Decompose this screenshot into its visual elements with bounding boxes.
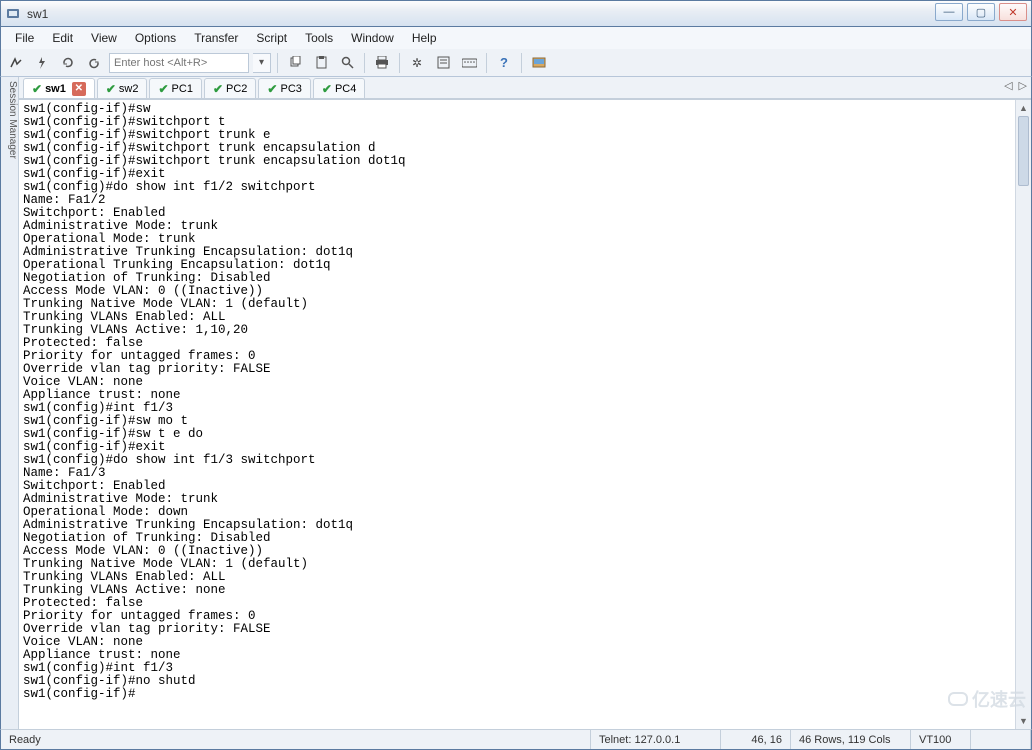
disconnect-icon[interactable] <box>83 52 105 74</box>
titlebar: sw1 — ▢ ✕ <box>0 0 1032 27</box>
terminal[interactable]: sw1(config-if)#sw sw1(config-if)#switchp… <box>19 100 1015 729</box>
menu-view[interactable]: View <box>83 29 125 47</box>
check-icon: ✔ <box>158 82 168 96</box>
tab-label: PC4 <box>335 83 356 95</box>
check-icon: ✔ <box>106 82 116 96</box>
scroll-down-icon[interactable]: ▼ <box>1016 713 1031 729</box>
tab-label: PC3 <box>280 83 301 95</box>
toolbar: ▾ ✲ ? <box>0 49 1032 77</box>
content-area: ✔sw1✕✔sw2✔PC1✔PC2✔PC3✔PC4 ◁ ▷ sw1(config… <box>19 77 1031 729</box>
window-controls: — ▢ ✕ <box>935 3 1027 21</box>
help-icon[interactable]: ? <box>493 52 515 74</box>
settings-icon[interactable]: ✲ <box>406 52 428 74</box>
tab-pc1[interactable]: ✔ PC1 <box>149 78 201 98</box>
toolbar-separator <box>399 53 400 73</box>
toolbar-separator <box>521 53 522 73</box>
tab-pc3[interactable]: ✔PC3 <box>258 78 310 98</box>
toolbar-separator <box>364 53 365 73</box>
log-icon[interactable] <box>432 52 454 74</box>
menu-file[interactable]: File <box>7 29 42 47</box>
tab-close-icon[interactable]: ✕ <box>72 82 86 96</box>
maximize-button[interactable]: ▢ <box>967 3 995 21</box>
status-protocol: Telnet: 127.0.0.1 <box>591 730 721 749</box>
check-icon: ✔ <box>267 82 277 96</box>
tab-prev-icon[interactable]: ◁ <box>1004 79 1012 92</box>
minimize-button[interactable]: — <box>935 3 963 21</box>
print-icon[interactable] <box>371 52 393 74</box>
reconnect-icon[interactable] <box>57 52 79 74</box>
keyboard-icon[interactable] <box>458 52 480 74</box>
copy-icon[interactable] <box>284 52 306 74</box>
check-icon: ✔ <box>213 82 223 96</box>
tab-label: sw1 <box>45 83 66 95</box>
menu-transfer[interactable]: Transfer <box>186 29 246 47</box>
session-manager-panel[interactable]: Session Manager <box>1 77 19 729</box>
quick-connect-icon[interactable] <box>5 52 27 74</box>
status-extra <box>971 730 1031 749</box>
menu-window[interactable]: Window <box>343 29 402 47</box>
menu-edit[interactable]: Edit <box>44 29 81 47</box>
close-button[interactable]: ✕ <box>999 3 1027 21</box>
host-input[interactable] <box>109 53 249 73</box>
main-area: Session Manager ✔sw1✕✔sw2✔PC1✔PC2✔PC3✔PC… <box>0 77 1032 729</box>
tab-next-icon[interactable]: ▷ <box>1019 79 1027 92</box>
scrollbar[interactable]: ▲ ▼ <box>1015 100 1031 729</box>
toolbar-separator <box>486 53 487 73</box>
tab-sw1[interactable]: ✔sw1 ✕ <box>23 78 95 98</box>
lightning-icon[interactable] <box>31 52 53 74</box>
tab-pc2[interactable]: ✔PC2 <box>204 78 256 98</box>
status-size: 46 Rows, 119 Cols <box>791 730 911 749</box>
menu-tools[interactable]: Tools <box>297 29 341 47</box>
status-cursor: 46, 16 <box>721 730 791 749</box>
check-icon: ✔ <box>32 82 42 96</box>
scroll-thumb[interactable] <box>1018 116 1029 186</box>
menu-help[interactable]: Help <box>404 29 445 47</box>
tab-sw2[interactable]: ✔sw2 <box>97 78 148 98</box>
menu-options[interactable]: Options <box>127 29 184 47</box>
status-emulation: VT100 <box>911 730 971 749</box>
tab-label: PC2 <box>226 83 247 95</box>
toolbar-separator <box>277 53 278 73</box>
menubar: FileEditViewOptionsTransferScriptToolsWi… <box>0 27 1032 49</box>
terminal-wrap: sw1(config-if)#sw sw1(config-if)#switchp… <box>19 99 1031 729</box>
tab-label: PC1 <box>172 83 193 95</box>
app-icon <box>5 6 21 22</box>
tabstrip: ✔sw1✕✔sw2✔PC1✔PC2✔PC3✔PC4 ◁ ▷ <box>19 77 1031 99</box>
find-icon[interactable] <box>336 52 358 74</box>
window-title: sw1 <box>27 7 48 21</box>
check-icon: ✔ <box>322 82 332 96</box>
tab-nav: ◁ ▷ <box>1004 79 1027 92</box>
scroll-up-icon[interactable]: ▲ <box>1016 100 1031 116</box>
statusbar: Ready Telnet: 127.0.0.1 46, 16 46 Rows, … <box>0 729 1032 750</box>
screen-icon[interactable] <box>528 52 550 74</box>
host-go-button[interactable]: ▾ <box>253 53 271 73</box>
paste-icon[interactable] <box>310 52 332 74</box>
status-ready: Ready <box>1 730 591 749</box>
tab-pc4[interactable]: ✔PC4 <box>313 78 365 98</box>
tab-label: sw2 <box>119 83 139 95</box>
menu-script[interactable]: Script <box>248 29 295 47</box>
